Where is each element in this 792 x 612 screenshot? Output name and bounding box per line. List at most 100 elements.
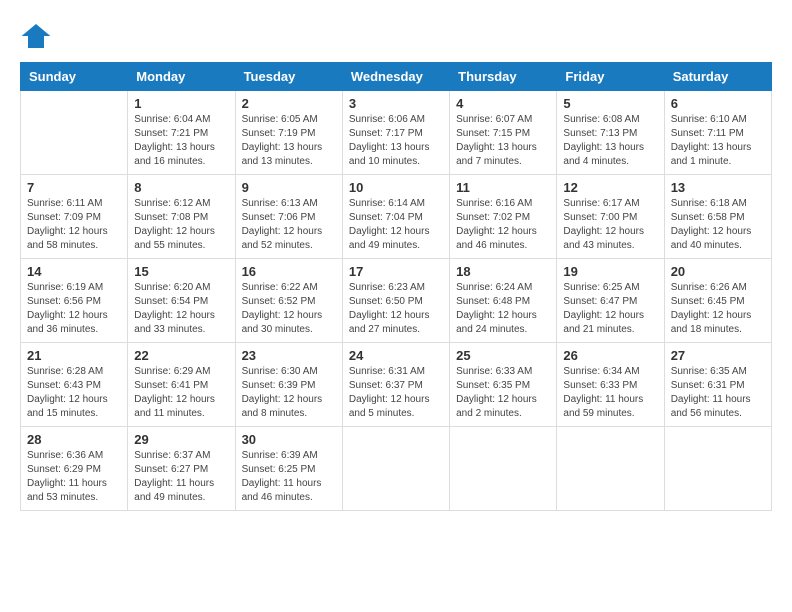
- day-info: Sunrise: 6:28 AMSunset: 6:43 PMDaylight:…: [27, 365, 121, 421]
- day-number: 26: [563, 348, 657, 363]
- day-info: Sunrise: 6:08 AMSunset: 7:13 PMDaylight:…: [563, 113, 657, 169]
- day-info: Sunrise: 6:20 AMSunset: 6:54 PMDaylight:…: [134, 281, 228, 337]
- calendar-cell: [21, 91, 128, 175]
- day-info: Sunrise: 6:35 AMSunset: 6:31 PMDaylight:…: [671, 365, 765, 421]
- day-info: Sunrise: 6:14 AMSunset: 7:04 PMDaylight:…: [349, 197, 443, 253]
- day-number: 15: [134, 264, 228, 279]
- day-number: 16: [242, 264, 336, 279]
- day-info: Sunrise: 6:11 AMSunset: 7:09 PMDaylight:…: [27, 197, 121, 253]
- calendar-cell: 9 Sunrise: 6:13 AMSunset: 7:06 PMDaylight…: [235, 175, 342, 259]
- day-info: Sunrise: 6:19 AMSunset: 6:56 PMDaylight:…: [27, 281, 121, 337]
- day-number: 22: [134, 348, 228, 363]
- calendar-cell: 18 Sunrise: 6:24 AMSunset: 6:48 PMDayligh…: [450, 259, 557, 343]
- calendar-cell: 19 Sunrise: 6:25 AMSunset: 6:47 PMDayligh…: [557, 259, 664, 343]
- day-info: Sunrise: 6:24 AMSunset: 6:48 PMDaylight:…: [456, 281, 550, 337]
- calendar-cell: 6 Sunrise: 6:10 AMSunset: 7:11 PMDaylight…: [664, 91, 771, 175]
- calendar-cell: 21 Sunrise: 6:28 AMSunset: 6:43 PMDayligh…: [21, 343, 128, 427]
- calendar-cell: 12Sunrise: 6:17 AMSunset: 7:00 PMDayligh…: [557, 175, 664, 259]
- calendar-cell: 24 Sunrise: 6:31 AMSunset: 6:37 PMDayligh…: [342, 343, 449, 427]
- calendar-cell: 25 Sunrise: 6:33 AMSunset: 6:35 PMDayligh…: [450, 343, 557, 427]
- logo-icon: [20, 20, 52, 52]
- header-wednesday: Wednesday: [342, 63, 449, 91]
- calendar-cell: 27 Sunrise: 6:35 AMSunset: 6:31 PMDayligh…: [664, 343, 771, 427]
- header-monday: Monday: [128, 63, 235, 91]
- day-number: 9: [242, 180, 336, 195]
- calendar-cell: 30Sunrise: 6:39 AMSunset: 6:25 PMDayligh…: [235, 427, 342, 511]
- day-info: Sunrise: 6:06 AMSunset: 7:17 PMDaylight:…: [349, 113, 443, 169]
- day-number: 11: [456, 180, 550, 195]
- calendar-cell: [342, 427, 449, 511]
- calendar-cell: 1Sunrise: 6:04 AMSunset: 7:21 PMDaylight…: [128, 91, 235, 175]
- day-info: Sunrise: 6:16 AMSunset: 7:02 PMDaylight:…: [456, 197, 550, 253]
- calendar-cell: 2 Sunrise: 6:05 AMSunset: 7:19 PMDaylight…: [235, 91, 342, 175]
- day-number: 25: [456, 348, 550, 363]
- calendar-cell: 10 Sunrise: 6:14 AMSunset: 7:04 PMDayligh…: [342, 175, 449, 259]
- day-info: Sunrise: 6:31 AMSunset: 6:37 PMDaylight:…: [349, 365, 443, 421]
- day-info: Sunrise: 6:25 AMSunset: 6:47 PMDaylight:…: [563, 281, 657, 337]
- calendar-week-row: 28 Sunrise: 6:36 AMSunset: 6:29 PMDayligh…: [21, 427, 772, 511]
- calendar-week-row: 1Sunrise: 6:04 AMSunset: 7:21 PMDaylight…: [21, 91, 772, 175]
- calendar-week-row: 7 Sunrise: 6:11 AMSunset: 7:09 PMDaylight…: [21, 175, 772, 259]
- calendar-cell: 22 Sunrise: 6:29 AMSunset: 6:41 PMDayligh…: [128, 343, 235, 427]
- header-thursday: Thursday: [450, 63, 557, 91]
- calendar-cell: [664, 427, 771, 511]
- calendar-cell: 8 Sunrise: 6:12 AMSunset: 7:08 PMDaylight…: [128, 175, 235, 259]
- day-number: 29: [134, 432, 228, 447]
- day-number: 19: [563, 264, 657, 279]
- day-info: Sunrise: 6:36 AMSunset: 6:29 PMDaylight:…: [27, 449, 121, 505]
- day-info: Sunrise: 6:05 AMSunset: 7:19 PMDaylight:…: [242, 113, 336, 169]
- day-number: 13: [671, 180, 765, 195]
- calendar-cell: 4Sunrise: 6:07 AMSunset: 7:15 PMDaylight…: [450, 91, 557, 175]
- calendar-cell: [450, 427, 557, 511]
- day-info: Sunrise: 6:10 AMSunset: 7:11 PMDaylight:…: [671, 113, 765, 169]
- day-info: Sunrise: 6:26 AMSunset: 6:45 PMDaylight:…: [671, 281, 765, 337]
- day-info: Sunrise: 6:39 AMSunset: 6:25 PMDaylight:…: [242, 449, 336, 505]
- day-number: 3: [349, 96, 443, 111]
- calendar-cell: 23Sunrise: 6:30 AMSunset: 6:39 PMDayligh…: [235, 343, 342, 427]
- day-info: Sunrise: 6:07 AMSunset: 7:15 PMDaylight:…: [456, 113, 550, 169]
- day-number: 24: [349, 348, 443, 363]
- calendar-cell: 7 Sunrise: 6:11 AMSunset: 7:09 PMDaylight…: [21, 175, 128, 259]
- day-number: 27: [671, 348, 765, 363]
- day-number: 10: [349, 180, 443, 195]
- day-info: Sunrise: 6:23 AMSunset: 6:50 PMDaylight:…: [349, 281, 443, 337]
- day-info: Sunrise: 6:13 AMSunset: 7:06 PMDaylight:…: [242, 197, 336, 253]
- day-number: 17: [349, 264, 443, 279]
- calendar-cell: 28 Sunrise: 6:36 AMSunset: 6:29 PMDayligh…: [21, 427, 128, 511]
- day-info: Sunrise: 6:12 AMSunset: 7:08 PMDaylight:…: [134, 197, 228, 253]
- calendar-cell: 15 Sunrise: 6:20 AMSunset: 6:54 PMDayligh…: [128, 259, 235, 343]
- day-number: 7: [27, 180, 121, 195]
- calendar-week-row: 14 Sunrise: 6:19 AMSunset: 6:56 PMDayligh…: [21, 259, 772, 343]
- header-tuesday: Tuesday: [235, 63, 342, 91]
- calendar-cell: 29 Sunrise: 6:37 AMSunset: 6:27 PMDayligh…: [128, 427, 235, 511]
- day-number: 8: [134, 180, 228, 195]
- calendar-cell: 3 Sunrise: 6:06 AMSunset: 7:17 PMDaylight…: [342, 91, 449, 175]
- day-info: Sunrise: 6:33 AMSunset: 6:35 PMDaylight:…: [456, 365, 550, 421]
- calendar-cell: 26 Sunrise: 6:34 AMSunset: 6:33 PMDayligh…: [557, 343, 664, 427]
- day-info: Sunrise: 6:37 AMSunset: 6:27 PMDaylight:…: [134, 449, 228, 505]
- calendar-cell: 20 Sunrise: 6:26 AMSunset: 6:45 PMDayligh…: [664, 259, 771, 343]
- calendar-cell: 11 Sunrise: 6:16 AMSunset: 7:02 PMDayligh…: [450, 175, 557, 259]
- day-number: 28: [27, 432, 121, 447]
- calendar-cell: 13Sunrise: 6:18 AMSunset: 6:58 PMDayligh…: [664, 175, 771, 259]
- calendar-header-row: SundayMondayTuesdayWednesdayThursdayFrid…: [21, 63, 772, 91]
- calendar-week-row: 21 Sunrise: 6:28 AMSunset: 6:43 PMDayligh…: [21, 343, 772, 427]
- calendar-table: SundayMondayTuesdayWednesdayThursdayFrid…: [20, 62, 772, 511]
- day-info: Sunrise: 6:29 AMSunset: 6:41 PMDaylight:…: [134, 365, 228, 421]
- calendar-cell: 16 Sunrise: 6:22 AMSunset: 6:52 PMDayligh…: [235, 259, 342, 343]
- day-number: 6: [671, 96, 765, 111]
- day-info: Sunrise: 6:22 AMSunset: 6:52 PMDaylight:…: [242, 281, 336, 337]
- day-number: 2: [242, 96, 336, 111]
- day-number: 5: [563, 96, 657, 111]
- day-number: 14: [27, 264, 121, 279]
- day-number: 20: [671, 264, 765, 279]
- day-info: Sunrise: 6:34 AMSunset: 6:33 PMDaylight:…: [563, 365, 657, 421]
- header-friday: Friday: [557, 63, 664, 91]
- day-number: 18: [456, 264, 550, 279]
- day-number: 21: [27, 348, 121, 363]
- day-info: Sunrise: 6:04 AMSunset: 7:21 PMDaylight:…: [134, 113, 228, 169]
- header-saturday: Saturday: [664, 63, 771, 91]
- calendar-cell: 5 Sunrise: 6:08 AMSunset: 7:13 PMDaylight…: [557, 91, 664, 175]
- page-header: [20, 20, 772, 52]
- calendar-cell: [557, 427, 664, 511]
